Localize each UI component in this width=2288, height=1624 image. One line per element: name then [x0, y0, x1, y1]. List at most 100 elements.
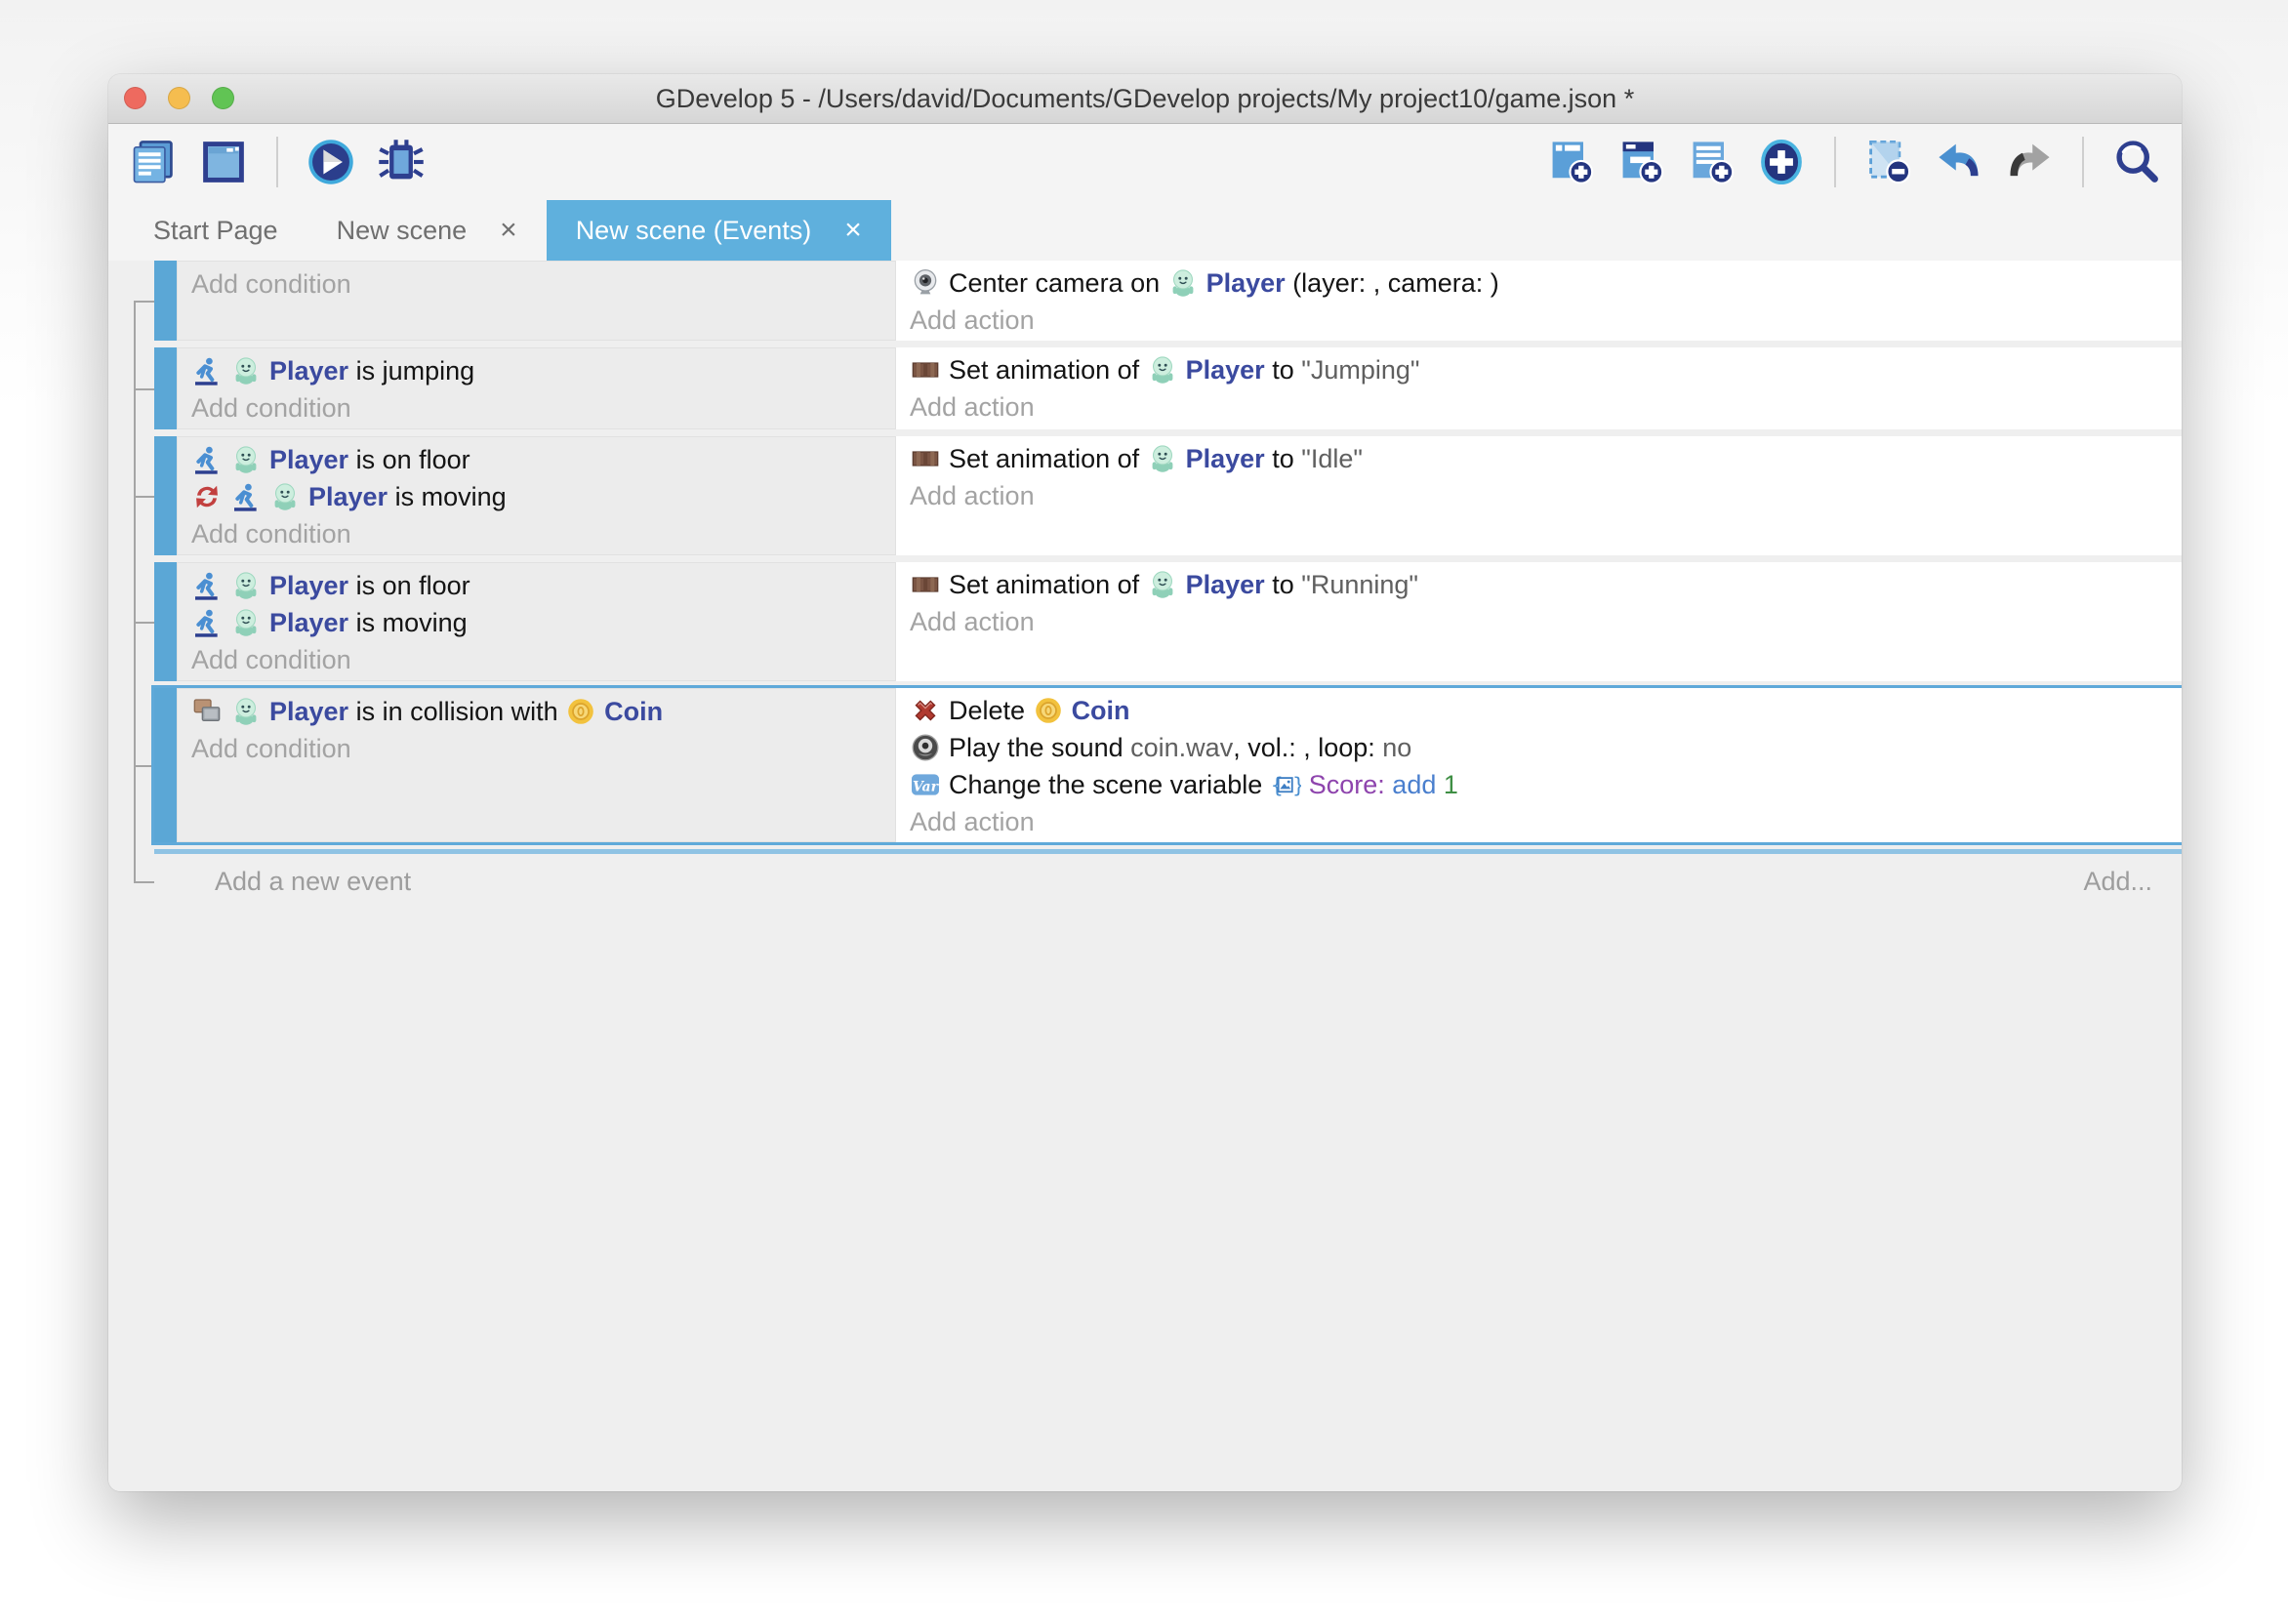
add-new-event-button[interactable]: Add a new event — [215, 867, 411, 897]
actions-cell: Set animation of Player to "Jumping"Add … — [896, 347, 2182, 429]
var-icon: Var — [910, 769, 941, 800]
events-list: Add condition Center camera on Player (la… — [154, 261, 2182, 901]
player-icon — [1167, 267, 1199, 299]
toolbar-separator — [1834, 137, 1836, 187]
player-icon — [230, 570, 262, 601]
add-action-button[interactable]: Add action — [910, 603, 2182, 640]
close-tab-icon[interactable]: × — [500, 216, 517, 245]
condition-line[interactable]: Player is moving — [191, 604, 895, 641]
tab-label: New scene (Events) — [576, 216, 812, 246]
platformer-icon — [191, 570, 223, 601]
add-condition-button[interactable]: Add condition — [191, 389, 895, 426]
scene-editor-button[interactable] — [196, 135, 251, 189]
player-icon — [1147, 354, 1178, 386]
tab-new-scene[interactable]: New scene × — [307, 200, 547, 261]
undo-button[interactable] — [1932, 135, 1986, 189]
condition-line[interactable]: Player is jumping — [191, 352, 895, 389]
add-action-button[interactable]: Add action — [910, 803, 2182, 840]
text-segment: is jumping — [348, 356, 474, 386]
action-line[interactable]: Set animation of Player to "Running" — [910, 566, 2182, 603]
event-handle[interactable] — [154, 261, 177, 341]
event-row[interactable]: Player is on floorPlayer is movingAdd co… — [154, 562, 2182, 681]
text-segment: "Jumping" — [1301, 355, 1419, 386]
debug-button[interactable] — [374, 135, 429, 189]
toolbar-right-group — [1543, 135, 2164, 189]
toolbar-separator — [2082, 137, 2084, 187]
text-segment: Player — [269, 697, 348, 727]
event-handle[interactable] — [154, 436, 177, 555]
add-action-button[interactable]: Add action — [910, 388, 2182, 426]
text-segment: Change the scene variable — [949, 770, 1270, 800]
text-segment: is moving — [348, 608, 468, 638]
event-handle[interactable] — [154, 347, 177, 429]
play-button[interactable] — [304, 135, 358, 189]
event-handle[interactable] — [154, 688, 177, 842]
tab-start-page[interactable]: Start Page — [124, 200, 307, 261]
add-action-button[interactable]: Add action — [910, 302, 2182, 339]
zoom-button[interactable] — [212, 87, 234, 109]
tab-new-scene-events[interactable]: New scene (Events) × — [547, 200, 891, 261]
minimize-button[interactable] — [168, 87, 190, 109]
add-condition-button[interactable]: Add condition — [191, 641, 895, 678]
add-condition-button[interactable]: Add condition — [191, 515, 895, 552]
event-row[interactable]: Add condition Center camera on Player (la… — [154, 261, 2182, 341]
action-line[interactable]: Center camera on Player (layer: , camera… — [910, 264, 2182, 302]
title-bar: GDevelop 5 - /Users/david/Documents/GDev… — [108, 74, 2182, 124]
player-icon — [230, 696, 262, 727]
actions-cell: Set animation of Player to "Running"Add … — [896, 562, 2182, 681]
tree-line — [134, 622, 154, 624]
action-line[interactable]: VarChange the scene variable {}Score: ad… — [910, 766, 2182, 803]
condition-line[interactable]: Player is moving — [191, 478, 895, 515]
add-action-button[interactable]: Add action — [910, 477, 2182, 514]
tree-line — [134, 388, 154, 390]
event-row[interactable]: Player is jumpingAdd conditionSet animat… — [154, 347, 2182, 429]
action-line[interactable]: Set animation of Player to "Jumping" — [910, 351, 2182, 388]
text-segment: is in collision with — [348, 697, 565, 727]
sound-icon — [910, 732, 941, 763]
tree-line — [134, 301, 154, 303]
animation-icon — [910, 354, 941, 386]
text-segment: Play the sound — [949, 733, 1130, 763]
text-segment: to — [1265, 355, 1302, 386]
text-segment: "Idle" — [1301, 444, 1363, 474]
add-special-event-button[interactable] — [1754, 135, 1809, 189]
actions-cell: Delete CoinPlay the sound coin.wav, vol.… — [896, 688, 2182, 842]
action-line[interactable]: Play the sound coin.wav, vol.: , loop: n… — [910, 729, 2182, 766]
toolbar-left-group — [126, 135, 429, 189]
text-segment: , vol.: , loop: — [1233, 733, 1382, 763]
add-circle-icon — [1756, 137, 1807, 187]
condition-line[interactable]: Player is on floor — [191, 441, 895, 478]
add-more-button[interactable]: Add... — [2083, 867, 2152, 897]
add-event-button[interactable] — [1543, 135, 1598, 189]
selection-indicator — [154, 849, 2182, 854]
player-icon — [230, 607, 262, 638]
add-subevent-button[interactable] — [1614, 135, 1668, 189]
text-segment: is on floor — [348, 445, 470, 475]
add-condition-button[interactable]: Add condition — [191, 265, 895, 303]
close-tab-icon[interactable]: × — [844, 216, 862, 245]
project-manager-button[interactable] — [126, 135, 181, 189]
search-button[interactable] — [2109, 135, 2164, 189]
scene-editor-icon — [198, 137, 249, 187]
text-segment: is on floor — [348, 571, 470, 601]
add-comment-icon — [1686, 137, 1736, 187]
event-row[interactable]: Player is in collision with CoinAdd cond… — [154, 688, 2182, 842]
event-row[interactable]: Player is on floorPlayer is movingAdd co… — [154, 436, 2182, 555]
action-line[interactable]: Delete Coin — [910, 692, 2182, 729]
text-segment — [1436, 770, 1444, 800]
add-condition-button[interactable]: Add condition — [191, 730, 895, 767]
condition-line[interactable]: Player is on floor — [191, 567, 895, 604]
add-comment-button[interactable] — [1684, 135, 1738, 189]
action-line[interactable]: Set animation of Player to "Idle" — [910, 440, 2182, 477]
text-segment: Set animation of — [949, 444, 1147, 474]
coin-icon — [565, 696, 596, 727]
tab-label: New scene — [337, 216, 468, 246]
event-handle[interactable] — [154, 562, 177, 681]
delete-selection-button[interactable] — [1861, 135, 1916, 189]
close-button[interactable] — [124, 87, 146, 109]
svg-text:Var: Var — [913, 779, 940, 794]
condition-line[interactable]: Player is in collision with Coin — [191, 693, 895, 730]
player-icon — [230, 355, 262, 386]
search-icon — [2111, 137, 2162, 187]
redo-button[interactable] — [2002, 135, 2057, 189]
